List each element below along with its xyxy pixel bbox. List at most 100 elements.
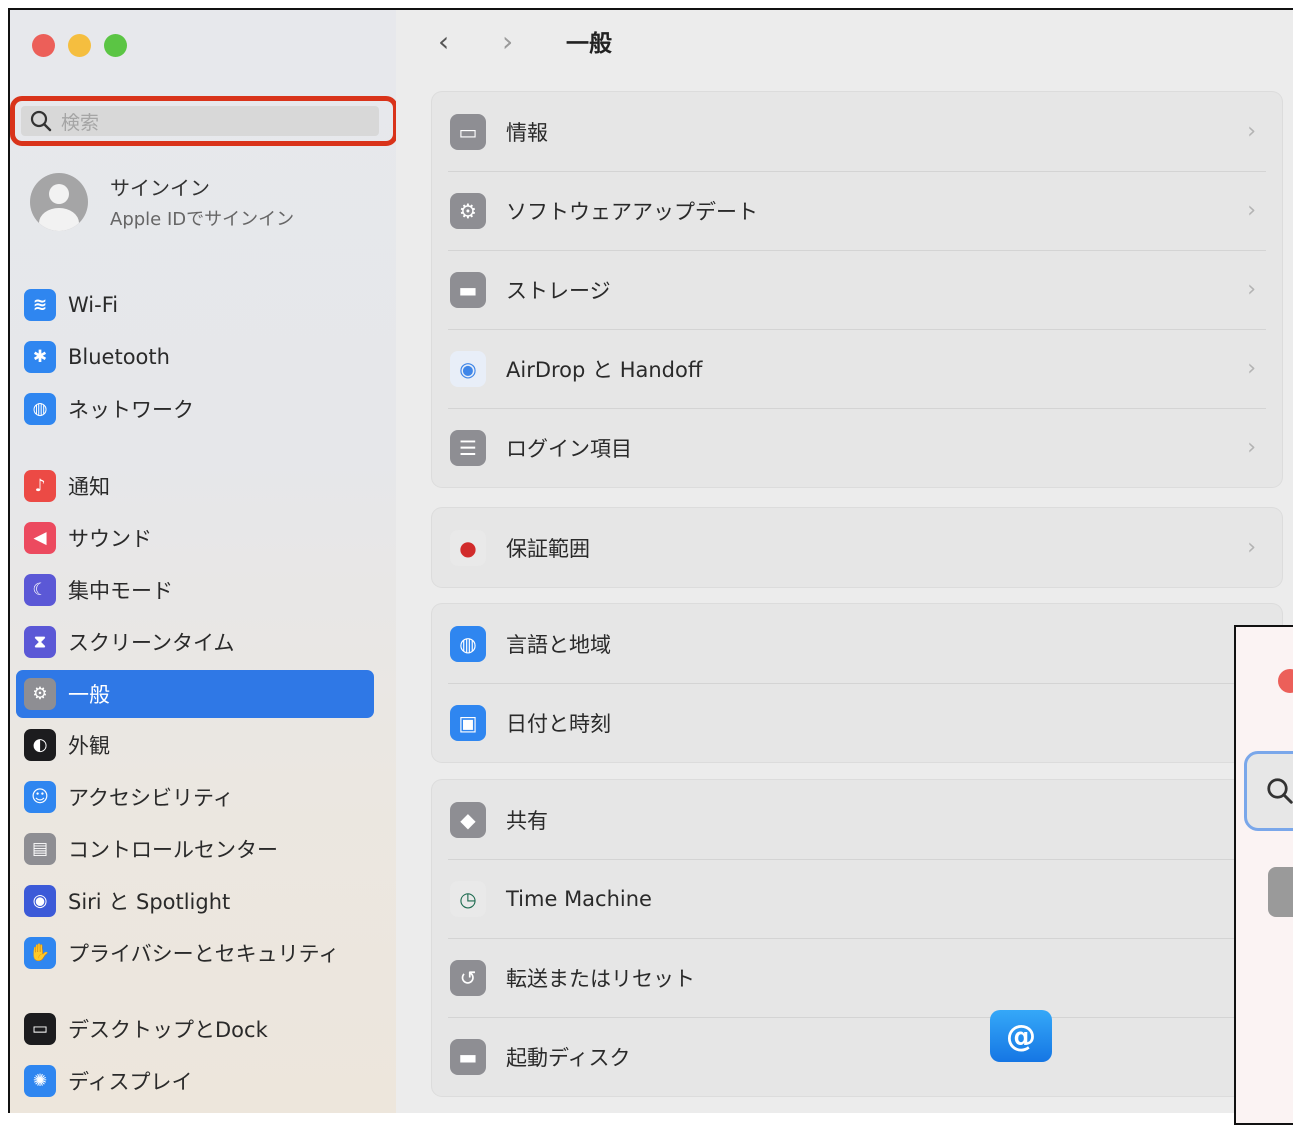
- sidebar-item-label: デスクトップとDock: [68, 1018, 268, 1042]
- sidebar-item-label: 集中モード: [68, 579, 173, 603]
- settings-row-label: 情報: [506, 120, 548, 145]
- sidebar-item-label: ディスプレイ: [68, 1070, 193, 1094]
- speaker-icon: ◀: [24, 522, 56, 554]
- settings-row-label: AirDrop と Handoff: [506, 357, 703, 382]
- settings-window: 検索 サインイン Apple IDでサインイン ≋ Wi-Fi ✱ Bluetooth…: [8, 8, 1293, 1113]
- list-icon: ☰: [450, 429, 486, 466]
- at-sign-icon[interactable]: @: [990, 1010, 1052, 1062]
- settings-row-label: Time Machine: [506, 886, 652, 911]
- sidebar-item[interactable]: ⧗ スクリーンタイム: [16, 618, 374, 666]
- chevron-right-icon: ›: [1247, 356, 1256, 381]
- sidebar-item[interactable]: ◀ サウンド: [16, 514, 374, 562]
- settings-row[interactable]: ◍言語と地域›: [432, 604, 1282, 683]
- settings-row-label: ログイン項目: [506, 436, 632, 461]
- settings-row[interactable]: ☰ ログイン項目 ›: [432, 408, 1282, 487]
- sidebar-item-label: 通知: [68, 475, 110, 499]
- toolbar: ‹ › 一般: [438, 24, 612, 58]
- settings-row[interactable]: ● 保証範囲 ›: [432, 508, 1282, 587]
- sidebar-item[interactable]: ♪ 通知: [16, 462, 374, 510]
- share-icon: ◆: [450, 801, 486, 838]
- chevron-right-icon: ›: [1247, 119, 1256, 144]
- bluetooth-icon: ✱: [24, 341, 56, 373]
- sidebar-item-label: スクリーンタイム: [68, 631, 235, 655]
- minimize-button[interactable]: [68, 34, 91, 57]
- gear-icon: ⚙: [24, 678, 56, 710]
- time-machine-icon: ◷: [450, 880, 486, 917]
- sidebar-item-label: コントロールセンター: [68, 838, 278, 862]
- sidebar-item[interactable]: ◍ ネットワーク: [16, 385, 374, 433]
- laptop-icon: ▭: [450, 113, 486, 150]
- settings-row[interactable]: ▭ 情報 ›: [432, 92, 1282, 171]
- settings-row[interactable]: ◷Time Machine›: [432, 859, 1282, 938]
- sidebar-item[interactable]: ▭ デスクトップとDock: [16, 1005, 374, 1053]
- sidebar-item[interactable]: ✱ Bluetooth: [16, 333, 374, 381]
- moon-icon: ☾: [24, 574, 56, 606]
- second-window: [1234, 625, 1293, 1125]
- globe-icon: ◍: [450, 625, 486, 662]
- settings-row-label: 言語と地域: [506, 632, 611, 657]
- settings-group: ▭ 情報 › ⚙ ソフトウェアアップデート › ▬ ストレージ › ◉ AirDrop と Hand…: [432, 92, 1282, 487]
- sidebar-item[interactable]: ☾ 集中モード: [16, 566, 374, 614]
- sidebar-item-label: サウンド: [68, 527, 152, 551]
- settings-row[interactable]: ▬起動ディスク›: [432, 1017, 1282, 1096]
- settings-row-label: 保証範囲: [506, 536, 590, 561]
- back-button[interactable]: ‹: [438, 25, 502, 58]
- hourglass-icon: ⧗: [24, 626, 56, 658]
- sidebar-item[interactable]: ≋ Wi-Fi: [16, 281, 374, 329]
- sidebar-item[interactable]: ⚙ 一般: [16, 670, 374, 718]
- search-input[interactable]: [1244, 751, 1293, 831]
- user-subtitle: Apple IDでサインイン: [110, 209, 295, 230]
- user-signin[interactable]: サインイン Apple IDでサインイン: [30, 172, 294, 231]
- sidebar-item[interactable]: ☺ アクセシビリティ: [16, 773, 374, 821]
- sidebar-item[interactable]: ✋ プライバシーとセキュリティ: [16, 929, 374, 977]
- search-placeholder: 検索: [61, 111, 100, 134]
- search-input[interactable]: 検索: [21, 106, 379, 136]
- search-icon: [1267, 778, 1293, 804]
- sidebar-item[interactable]: ◉ Siri と Spotlight: [16, 877, 374, 925]
- settings-row[interactable]: ▣日付と時刻›: [432, 683, 1282, 762]
- sidebar-item-label: プライバシーとセキュリティ: [68, 942, 340, 966]
- settings-row-label: ソフトウェアアップデート: [506, 199, 758, 224]
- hand-icon: ✋: [24, 937, 56, 969]
- control-center-icon: ▤: [24, 833, 56, 865]
- settings-row-label: 転送またはリセット: [506, 966, 695, 991]
- wifi-icon: ≋: [24, 289, 56, 321]
- app-icon[interactable]: [1268, 867, 1293, 917]
- sidebar-item[interactable]: ▤ コントロールセンター: [16, 825, 374, 873]
- search-highlight: 検索: [10, 96, 398, 146]
- disk-icon: ▬: [450, 1038, 486, 1075]
- settings-row[interactable]: ◉ AirDrop と Handoff ›: [432, 329, 1282, 408]
- avatar: [30, 172, 88, 231]
- settings-row[interactable]: ◆共有›: [432, 780, 1282, 859]
- sidebar-item-label: Bluetooth: [68, 345, 170, 369]
- settings-row-label: 起動ディスク: [506, 1045, 631, 1070]
- sidebar-item[interactable]: ✺ ディスプレイ: [16, 1057, 374, 1105]
- user-name: サインイン: [110, 176, 210, 200]
- bell-icon: ♪: [24, 470, 56, 502]
- window-controls: [32, 34, 127, 57]
- sidebar-item-label: Wi-Fi: [68, 293, 119, 317]
- storage-icon: ▬: [450, 271, 486, 308]
- settings-row[interactable]: ▬ ストレージ ›: [432, 250, 1282, 329]
- zoom-button[interactable]: [104, 34, 127, 57]
- chevron-right-icon: ›: [1247, 435, 1256, 460]
- close-button[interactable]: [32, 34, 55, 57]
- chevron-right-icon: ›: [1247, 535, 1256, 560]
- sidebar-item[interactable]: ◐ 外観: [16, 721, 374, 769]
- forward-button[interactable]: ›: [502, 25, 566, 58]
- sidebar: 検索 サインイン Apple IDでサインイン ≋ Wi-Fi ✱ Bluetooth…: [10, 10, 398, 1113]
- reset-icon: ↺: [450, 959, 486, 996]
- apple-icon: ●: [450, 529, 486, 566]
- settings-row[interactable]: ↺転送またはリセット›: [432, 938, 1282, 1017]
- close-button[interactable]: [1278, 669, 1293, 693]
- search-icon: [30, 110, 52, 132]
- settings-row[interactable]: ⚙ ソフトウェアアップデート ›: [432, 171, 1282, 250]
- sidebar-item-label: Siri と Spotlight: [68, 890, 231, 914]
- chevron-right-icon: ›: [1247, 198, 1256, 223]
- settings-row-label: 日付と時刻: [506, 711, 611, 736]
- dock-icon: ▭: [24, 1013, 56, 1045]
- sidebar-item-label: 一般: [68, 683, 110, 707]
- accessibility-icon: ☺: [24, 781, 56, 813]
- settings-row-label: 共有: [506, 808, 548, 833]
- sidebar-item-label: 外観: [68, 734, 110, 758]
